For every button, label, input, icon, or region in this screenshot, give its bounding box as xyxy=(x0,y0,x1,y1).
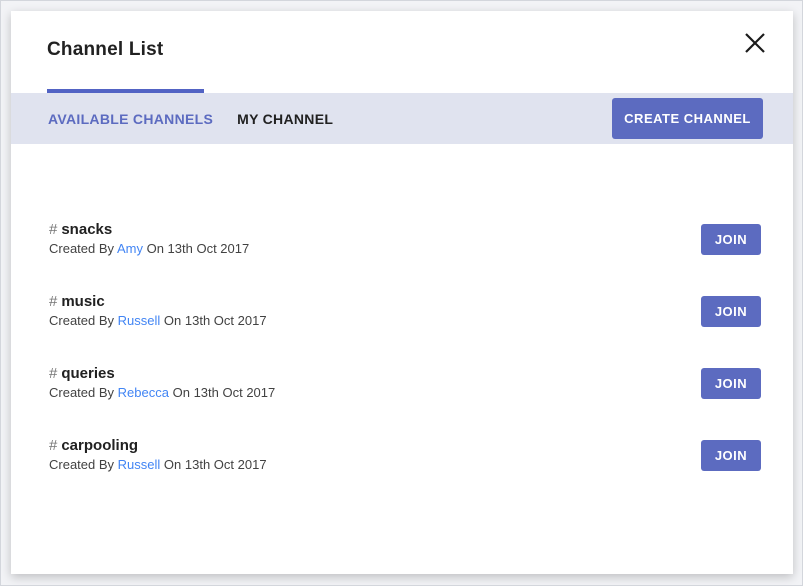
page-title: Channel List xyxy=(47,39,164,60)
hash-icon: # xyxy=(49,437,58,454)
active-tab-indicator xyxy=(47,89,204,93)
channel-list-modal: Channel List AVAILABLE CHANNELS MY CHANN… xyxy=(11,11,793,574)
on-label: On xyxy=(146,241,164,256)
channel-name-line: # snacks xyxy=(49,221,249,239)
channel-name: snacks xyxy=(61,221,113,238)
channel-name: queries xyxy=(61,365,115,382)
create-channel-button[interactable]: CREATE CHANNEL xyxy=(612,98,763,139)
channel-row: # music Created By Russell On 13th Oct 20… xyxy=(49,293,761,329)
channel-meta: Created By Amy On 13th Oct 2017 xyxy=(49,241,249,257)
screen: Channel List AVAILABLE CHANNELS MY CHANN… xyxy=(0,0,803,586)
on-label: On xyxy=(163,313,182,328)
channel-name-line: # queries xyxy=(49,365,275,383)
channel-meta: Created By Rebecca On 13th Oct 2017 xyxy=(49,385,275,401)
channel-name-line: # music xyxy=(49,293,267,311)
channel-info: # music Created By Russell On 13th Oct 20… xyxy=(49,293,267,329)
close-button[interactable] xyxy=(737,25,773,61)
channel-info: # snacks Created By Amy On 13th Oct 2017 xyxy=(49,221,249,257)
channel-meta: Created By Russell On 13th Oct 2017 xyxy=(49,457,267,473)
channel-name: music xyxy=(61,293,105,310)
hash-icon: # xyxy=(49,293,58,310)
hash-icon: # xyxy=(49,221,58,238)
created-date: 13th Oct 2017 xyxy=(167,241,250,256)
join-button[interactable]: JOIN xyxy=(701,223,761,255)
on-label: On xyxy=(163,457,182,472)
modal-header: Channel List xyxy=(11,11,793,93)
close-icon xyxy=(745,33,765,53)
creator-link[interactable]: Amy xyxy=(117,241,143,256)
join-button[interactable]: JOIN xyxy=(701,367,761,399)
channel-list: # snacks Created By Amy On 13th Oct 2017 … xyxy=(11,144,793,574)
created-by-label: Created By xyxy=(49,385,115,400)
channel-row: # queries Created By Rebecca On 13th Oct … xyxy=(49,365,761,401)
channel-name-line: # carpooling xyxy=(49,437,267,455)
created-date: 13th Oct 2017 xyxy=(184,457,267,472)
creator-link[interactable]: Russell xyxy=(118,457,161,472)
tab-available-channels[interactable]: AVAILABLE CHANNELS xyxy=(48,111,213,127)
channel-row: # snacks Created By Amy On 13th Oct 2017 … xyxy=(49,221,761,257)
created-by-label: Created By xyxy=(49,313,115,328)
on-label: On xyxy=(172,385,190,400)
created-date: 13th Oct 2017 xyxy=(184,313,267,328)
tab-my-channel[interactable]: MY CHANNEL xyxy=(237,111,333,127)
hash-icon: # xyxy=(49,365,58,382)
tab-bar: AVAILABLE CHANNELS MY CHANNEL CREATE CHA… xyxy=(11,93,793,144)
channel-info: # carpooling Created By Russell On 13th O… xyxy=(49,437,267,473)
created-by-label: Created By xyxy=(49,241,115,256)
channel-meta: Created By Russell On 13th Oct 2017 xyxy=(49,313,267,329)
join-button[interactable]: JOIN xyxy=(701,295,761,327)
channel-row: # carpooling Created By Russell On 13th O… xyxy=(49,437,761,473)
join-button[interactable]: JOIN xyxy=(701,439,761,471)
creator-link[interactable]: Russell xyxy=(118,313,161,328)
created-date: 13th Oct 2017 xyxy=(193,385,276,400)
created-by-label: Created By xyxy=(49,457,115,472)
channel-name: carpooling xyxy=(61,437,139,454)
channel-info: # queries Created By Rebecca On 13th Oct … xyxy=(49,365,275,401)
creator-link[interactable]: Rebecca xyxy=(118,385,169,400)
